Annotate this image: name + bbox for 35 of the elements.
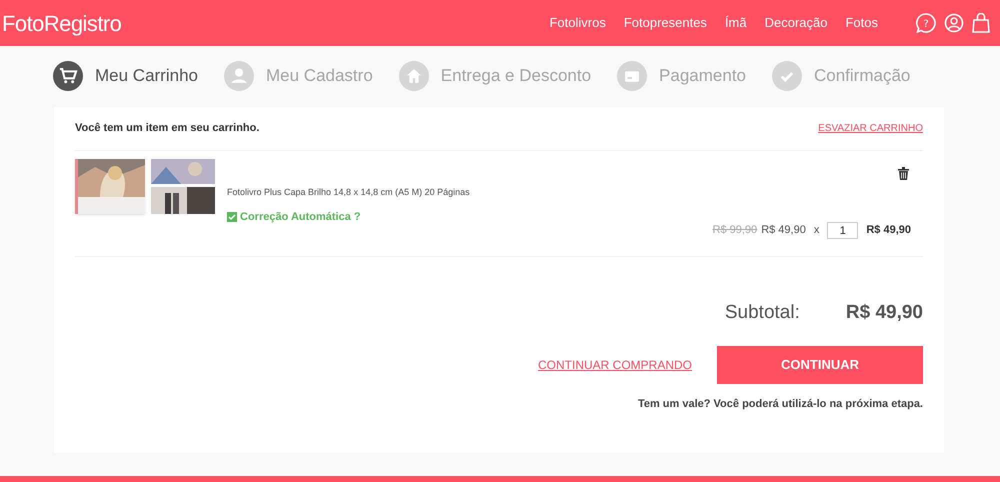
price: R$ 49,90 <box>761 223 806 238</box>
continue-shopping-link[interactable]: CONTINUAR COMPRANDO <box>538 356 692 374</box>
help-icon[interactable]: ? <box>916 13 936 33</box>
shopping-bag-icon[interactable] <box>972 13 990 33</box>
continue-button[interactable]: CONTINUAR <box>717 346 923 384</box>
step-label[interactable]: Confirmação <box>814 63 910 89</box>
voucher-note: Tem um vale? Você poderá utilizá-lo na próxima etapa. <box>638 396 923 412</box>
nav-link[interactable]: Fotopresentes <box>624 13 707 33</box>
subtotal-value: R$ 49,90 <box>846 301 923 325</box>
trash-icon[interactable] <box>898 167 909 180</box>
step-label[interactable]: Entrega e Desconto <box>440 63 592 89</box>
nav-link[interactable]: Fotolivros <box>549 13 606 33</box>
cart-message: Você tem um item em seu carrinho. <box>75 121 260 136</box>
step-label[interactable]: Meu Carrinho <box>95 63 198 89</box>
step-label[interactable]: Meu Cadastro <box>266 63 373 89</box>
checkmark-icon <box>772 61 802 91</box>
card-icon <box>617 61 648 91</box>
nav-link[interactable]: Decoração <box>764 13 828 33</box>
user-icon[interactable] <box>944 13 964 33</box>
product-description: Fotolivro Plus Capa Brilho 14,8 x 14,8 cm (A5 M) 20 Páginas <box>227 186 471 199</box>
quantity-field[interactable]: 1 <box>827 222 858 239</box>
checkbox-icon[interactable] <box>227 212 237 222</box>
empty-cart-link[interactable]: ESVAZIAR CARRINHO <box>818 121 923 136</box>
old-price: R$ 99,90 <box>712 223 758 238</box>
nav-link[interactable]: Ímã <box>724 13 747 33</box>
cart-icon <box>53 61 83 91</box>
user-icon <box>224 61 254 91</box>
line-total: R$ 49,90 <box>866 223 911 238</box>
nav-link[interactable]: Fotos <box>845 13 878 33</box>
house-icon <box>398 61 429 91</box>
logo[interactable]: FotoRegistro <box>2 6 122 40</box>
subtotal-label: Subtotal: <box>724 301 800 325</box>
auto-correction-label[interactable]: Correção Automática ? <box>240 208 361 225</box>
multiply-sign: x <box>814 223 820 238</box>
step-label[interactable]: Pagamento <box>659 63 746 89</box>
